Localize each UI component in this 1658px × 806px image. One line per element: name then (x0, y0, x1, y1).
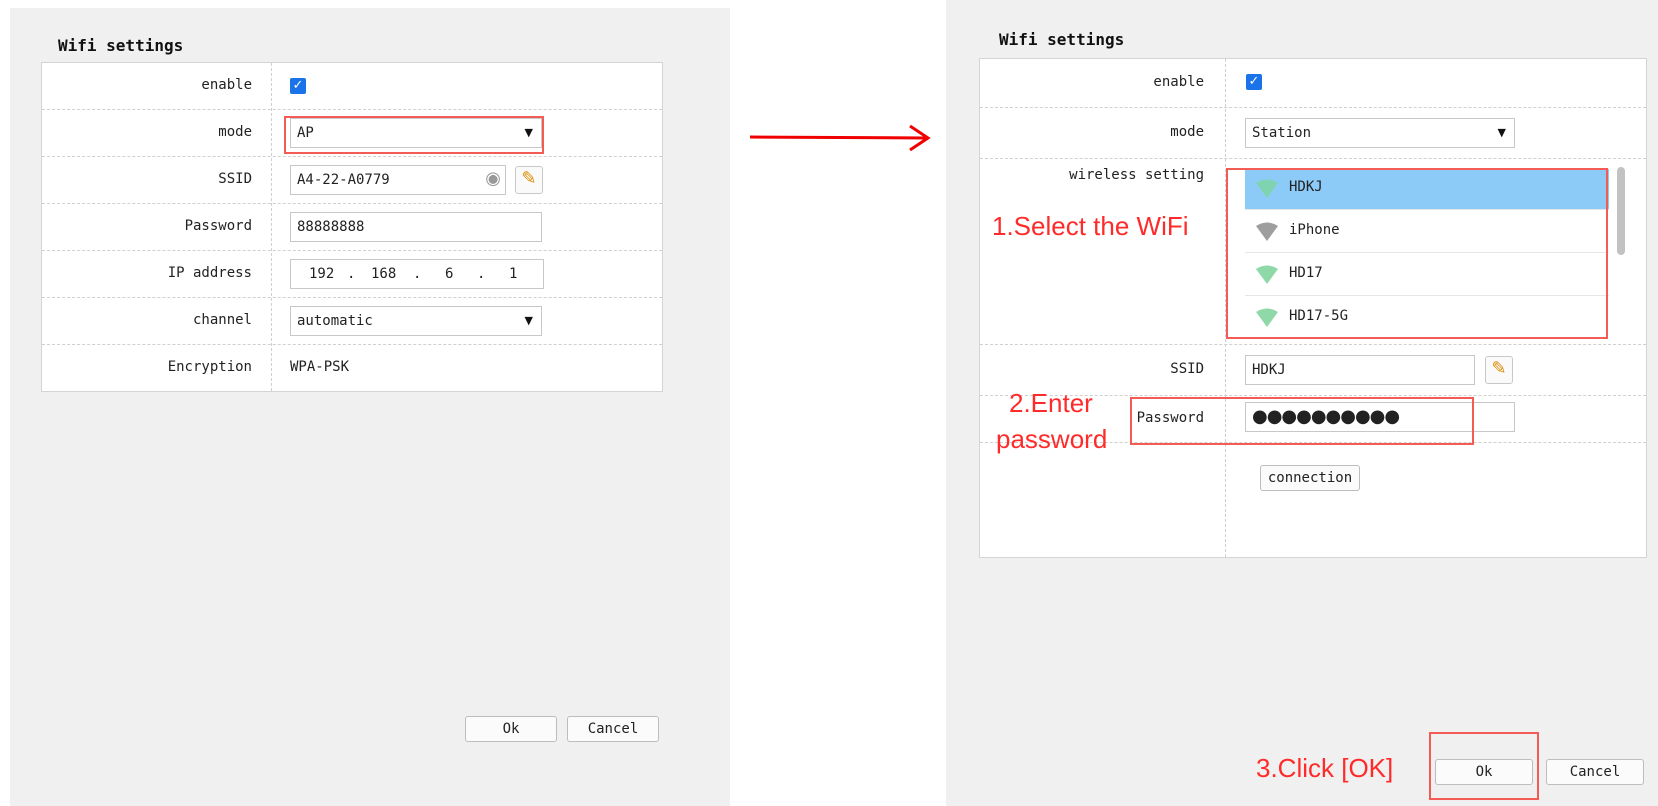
mode-label: mode (1170, 124, 1204, 140)
right-settings-dialog: Wifi settings enable ✓ mode Station ▼ wi… (946, 0, 1658, 806)
row-encryption: Encryption WPA-PSK (42, 345, 662, 391)
row-enable: enable ✓ (42, 63, 662, 110)
channel-value: automatic (297, 313, 373, 329)
ip-octet-3[interactable]: 6 (445, 260, 453, 288)
mode-highlight-box (284, 116, 544, 154)
password-input[interactable]: 88888888 (290, 212, 542, 242)
ok-button[interactable]: Ok (465, 716, 557, 742)
pencil-icon: ✎ (521, 168, 537, 189)
cancel-button[interactable]: Cancel (567, 716, 659, 742)
list-scrollbar[interactable] (1617, 167, 1625, 255)
channel-label: channel (192, 312, 252, 328)
row-ssid: SSID A4-22-A0779 ◉ ✎ (42, 157, 662, 204)
settings-form: enable ✓ mode AP ▼ SSID A4-22-A0779 ◉ ✎ … (41, 62, 663, 392)
ssid-label: SSID (1170, 361, 1204, 377)
chevron-down-icon: ▼ (1497, 126, 1506, 139)
ip-dot: . (347, 266, 356, 282)
row-ip: IP address 192 . 168 . 6 . 1 (42, 251, 662, 298)
chevron-down-icon: ▼ (524, 314, 533, 327)
enable-checkbox[interactable]: ✓ (290, 78, 306, 94)
mode-label: mode (218, 124, 252, 140)
enable-checkbox[interactable]: ✓ (1246, 74, 1262, 90)
wifi-list-highlight-box (1226, 168, 1608, 339)
row-channel: channel automatic ▼ (42, 298, 662, 345)
step2-annotation-line1: 2.Enter (1009, 388, 1093, 418)
pencil-icon: ✎ (1491, 358, 1507, 379)
step2-annotation-line2: password (996, 424, 1108, 454)
edit-ssid-button[interactable]: ✎ (1485, 356, 1513, 384)
step1-annotation: 1.Select the WiFi (992, 211, 1189, 241)
mode-value: Station (1252, 125, 1312, 141)
connection-button[interactable]: connection (1260, 465, 1360, 491)
enable-label: enable (1153, 74, 1204, 90)
ssid-label: SSID (218, 171, 252, 187)
password-label: Password (184, 218, 252, 234)
password-highlight-box (1130, 397, 1474, 445)
ip-octet-1[interactable]: 192 (309, 260, 334, 288)
ip-dot: . (413, 266, 422, 282)
encryption-label: Encryption (167, 359, 252, 375)
arrow-right-icon (749, 124, 931, 152)
ssid-input[interactable]: A4-22-A0779 ◉ (290, 165, 506, 195)
dialog-title: Wifi settings (999, 30, 1125, 49)
ssid-value: A4-22-A0779 (297, 172, 390, 188)
ip-octet-2[interactable]: 168 (371, 260, 396, 288)
left-settings-dialog: Wifi settings enable ✓ mode AP ▼ SSID A4… (10, 8, 730, 806)
ip-address-input[interactable]: 192 . 168 . 6 . 1 (290, 259, 544, 289)
row-password: Password 88888888 (42, 204, 662, 251)
step3-annotation: 3.Click [OK] (1256, 753, 1394, 783)
mode-select[interactable]: Station ▼ (1245, 118, 1515, 148)
wireless-setting-label: wireless setting (1069, 167, 1204, 183)
ip-label: IP address (167, 265, 252, 281)
ip-octet-4[interactable]: 1 (509, 260, 517, 288)
row-mode: mode Station ▼ (980, 108, 1646, 159)
enable-label: enable (201, 77, 252, 93)
eye-icon[interactable]: ◉ (485, 165, 501, 193)
row-connection: connection (980, 443, 1646, 555)
ip-dot: . (477, 266, 486, 282)
cancel-button[interactable]: Cancel (1546, 759, 1644, 785)
ok-button[interactable]: Ok (1435, 759, 1533, 785)
channel-select[interactable]: automatic ▼ (290, 306, 542, 336)
row-enable: enable ✓ (980, 59, 1646, 108)
dialog-title: Wifi settings (58, 36, 184, 55)
edit-ssid-button[interactable]: ✎ (515, 166, 543, 194)
encryption-value: WPA-PSK (290, 359, 350, 375)
ssid-input[interactable]: HDKJ (1245, 355, 1475, 385)
